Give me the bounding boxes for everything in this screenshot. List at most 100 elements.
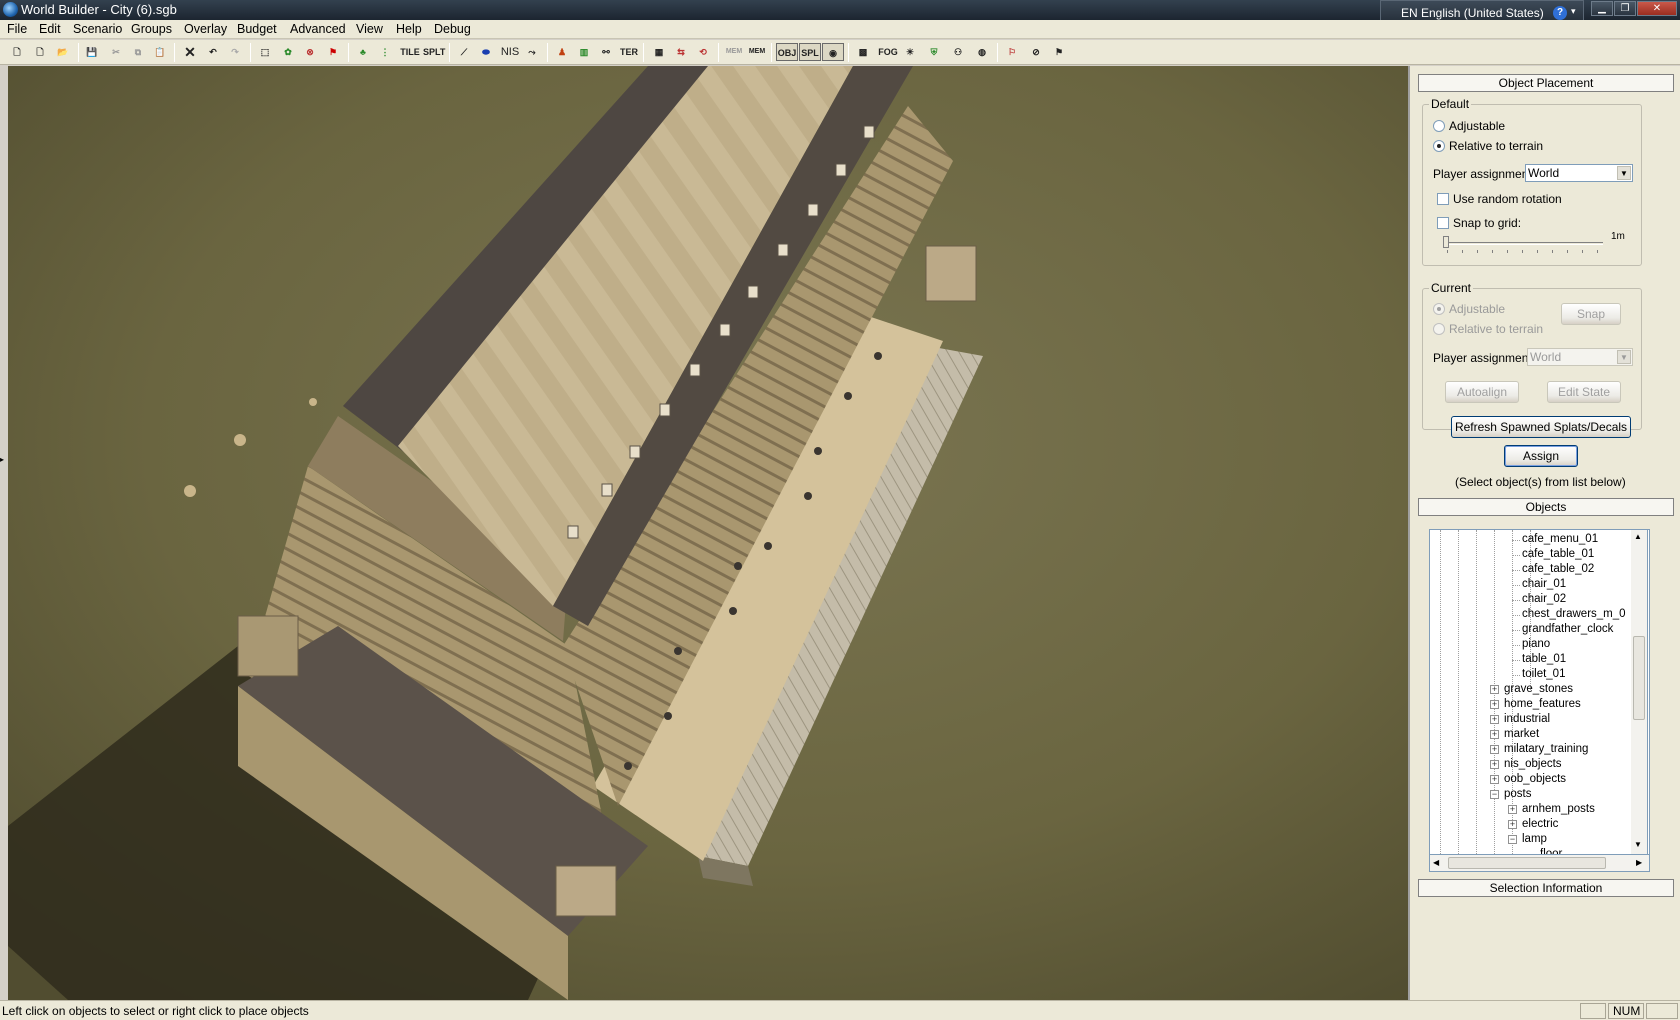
language-indicator[interactable]: EN English (United States) bbox=[1401, 6, 1544, 20]
link-icon[interactable]: ⚯ bbox=[597, 43, 615, 61]
globe-icon[interactable]: ◍ bbox=[973, 43, 991, 61]
default-player-assignment-select[interactable]: World ▼ bbox=[1525, 164, 1633, 182]
undo-icon[interactable]: ↶ bbox=[204, 43, 222, 61]
maximize-button[interactable]: ❐ bbox=[1614, 1, 1636, 16]
vertical-scroll-thumb[interactable] bbox=[1633, 636, 1645, 720]
water-icon[interactable]: ⬬ bbox=[477, 43, 495, 61]
tile-tool[interactable]: TILE bbox=[399, 43, 421, 61]
autoalign-button[interactable]: Autoalign bbox=[1445, 381, 1519, 403]
menu-groups[interactable]: Groups bbox=[131, 22, 172, 36]
path-icon[interactable]: ⤳ bbox=[523, 43, 541, 61]
grid-slider-thumb[interactable] bbox=[1443, 236, 1449, 248]
snap-grid-checkbox[interactable] bbox=[1437, 217, 1449, 229]
default-adjustable-radio[interactable] bbox=[1433, 120, 1445, 132]
sun-icon[interactable]: ☀ bbox=[901, 43, 919, 61]
unit-icon[interactable]: ♟ bbox=[553, 43, 571, 61]
menu-budget[interactable]: Budget bbox=[237, 22, 277, 36]
tree-item[interactable]: cafe_table_01 bbox=[1522, 547, 1594, 562]
menu-advanced[interactable]: Advanced bbox=[290, 22, 346, 36]
splat-tool[interactable]: SPLT bbox=[423, 43, 445, 61]
minimize-button[interactable]: ▁ bbox=[1591, 1, 1613, 16]
expand-icon[interactable]: + bbox=[1490, 745, 1499, 754]
paint-terrain-icon[interactable]: ✿ bbox=[279, 43, 297, 61]
tree-item[interactable]: floor bbox=[1540, 847, 1562, 854]
random-rotation-checkbox[interactable] bbox=[1437, 193, 1449, 205]
tree-item[interactable]: grandfather_clock bbox=[1522, 622, 1613, 637]
objects-toggle[interactable]: OBJ bbox=[776, 43, 798, 61]
eye-icon[interactable]: ◉ bbox=[822, 43, 844, 61]
language-menu-chevron-icon[interactable]: ▾ bbox=[1571, 6, 1576, 17]
grid-size-slider[interactable] bbox=[1445, 242, 1603, 245]
marker-icon[interactable]: ⚐ bbox=[1003, 43, 1021, 61]
refresh-spawned-splats-button[interactable]: Refresh Spawned Splats/Decals bbox=[1451, 416, 1631, 438]
shield-icon[interactable]: ⛨ bbox=[925, 43, 943, 61]
terrain-tool[interactable]: TER bbox=[619, 43, 639, 61]
snap-button[interactable]: Snap bbox=[1561, 303, 1621, 325]
tree-item[interactable]: oob_objects bbox=[1504, 772, 1566, 787]
expand-icon[interactable]: + bbox=[1490, 685, 1499, 694]
new-document-icon[interactable]: 🗋 bbox=[8, 43, 26, 61]
tree-item[interactable]: chair_02 bbox=[1522, 592, 1566, 607]
tree-item[interactable]: market bbox=[1504, 727, 1539, 742]
menu-debug[interactable]: Debug bbox=[434, 22, 471, 36]
tree-item[interactable]: chair_01 bbox=[1522, 577, 1566, 592]
redo-icon[interactable]: ↷ bbox=[226, 43, 244, 61]
scroll-up-icon[interactable]: ▲ bbox=[1634, 532, 1642, 541]
tree-item[interactable]: posts bbox=[1504, 787, 1532, 802]
grid-icon[interactable]: ▦ bbox=[650, 43, 668, 61]
no-entry-icon[interactable]: ⊘ bbox=[1027, 43, 1045, 61]
expand-icon[interactable]: + bbox=[1490, 730, 1499, 739]
delete-x-icon[interactable]: ✕ bbox=[181, 43, 199, 61]
edit-state-button[interactable]: Edit State bbox=[1547, 381, 1621, 403]
paste-icon[interactable]: 📋 bbox=[151, 43, 169, 61]
expand-icon[interactable]: + bbox=[1508, 805, 1517, 814]
memory-display-tool[interactable]: MEM bbox=[724, 43, 744, 61]
tree-item[interactable]: table_01 bbox=[1522, 652, 1566, 667]
save-icon[interactable]: 💾 bbox=[83, 43, 101, 61]
3d-viewport[interactable] bbox=[8, 66, 1408, 1000]
scroll-left-icon[interactable]: ◀ bbox=[1433, 858, 1439, 867]
erase-icon[interactable]: ⊗ bbox=[301, 43, 319, 61]
tree-item[interactable]: electric bbox=[1522, 817, 1558, 832]
tree-item[interactable]: arnhem_posts bbox=[1522, 802, 1595, 817]
objects-tree[interactable]: cafe_menu_01 cafe_table_01 cafe_table_02 ch… bbox=[1429, 529, 1650, 855]
tree-item[interactable]: cafe_menu_01 bbox=[1522, 532, 1598, 547]
chevron-down-icon[interactable]: ▼ bbox=[1617, 350, 1631, 364]
scroll-down-icon[interactable]: ▼ bbox=[1634, 840, 1642, 849]
menu-file[interactable]: File bbox=[7, 22, 27, 36]
nis-tool[interactable]: NIS bbox=[499, 43, 521, 61]
tree-item[interactable]: nis_objects bbox=[1504, 757, 1562, 772]
current-player-assignment-select[interactable]: World ▼ bbox=[1527, 348, 1633, 366]
tree-item[interactable]: piano bbox=[1522, 637, 1550, 652]
close-button[interactable]: ✕ bbox=[1637, 1, 1677, 16]
people-icon[interactable]: ⚇ bbox=[949, 43, 967, 61]
tree-item[interactable]: industrial bbox=[1504, 712, 1550, 727]
tree-item[interactable]: cafe_table_02 bbox=[1522, 562, 1594, 577]
checker-icon[interactable]: ▩ bbox=[854, 43, 872, 61]
menu-scenario[interactable]: Scenario bbox=[73, 22, 122, 36]
memory-tool[interactable]: MEM bbox=[747, 43, 767, 61]
current-relative-radio[interactable] bbox=[1433, 323, 1445, 335]
flag-check-icon[interactable]: ⚑ bbox=[1050, 43, 1068, 61]
assign-button[interactable]: Assign bbox=[1504, 445, 1578, 467]
copy-icon[interactable]: ⧉ bbox=[129, 43, 147, 61]
tree-item[interactable]: chest_drawers_m_0 bbox=[1522, 607, 1626, 622]
menu-view[interactable]: View bbox=[356, 22, 383, 36]
menu-edit[interactable]: Edit bbox=[39, 22, 61, 36]
fog-toggle[interactable]: FOG bbox=[877, 43, 899, 61]
expand-icon[interactable]: + bbox=[1490, 760, 1499, 769]
collapse-icon[interactable]: − bbox=[1508, 835, 1517, 844]
flag-icon[interactable]: ⚑ bbox=[324, 43, 342, 61]
tree-item[interactable]: milatary_training bbox=[1504, 742, 1588, 757]
tree-item[interactable]: home_features bbox=[1504, 697, 1581, 712]
stats-icon[interactable]: ▥ bbox=[575, 43, 593, 61]
expand-icon[interactable]: + bbox=[1490, 700, 1499, 709]
horizontal-scroll-thumb[interactable] bbox=[1448, 857, 1606, 869]
move-icon[interactable]: ⇆ bbox=[672, 43, 690, 61]
tree-item[interactable]: toilet_01 bbox=[1522, 667, 1565, 682]
menu-help[interactable]: Help bbox=[396, 22, 422, 36]
tree-vertical-scrollbar[interactable]: ▲ ▼ bbox=[1631, 529, 1648, 855]
road-icon[interactable]: ⟋ bbox=[455, 43, 473, 61]
cut-icon[interactable]: ✂ bbox=[107, 43, 125, 61]
expand-icon[interactable]: + bbox=[1490, 715, 1499, 724]
